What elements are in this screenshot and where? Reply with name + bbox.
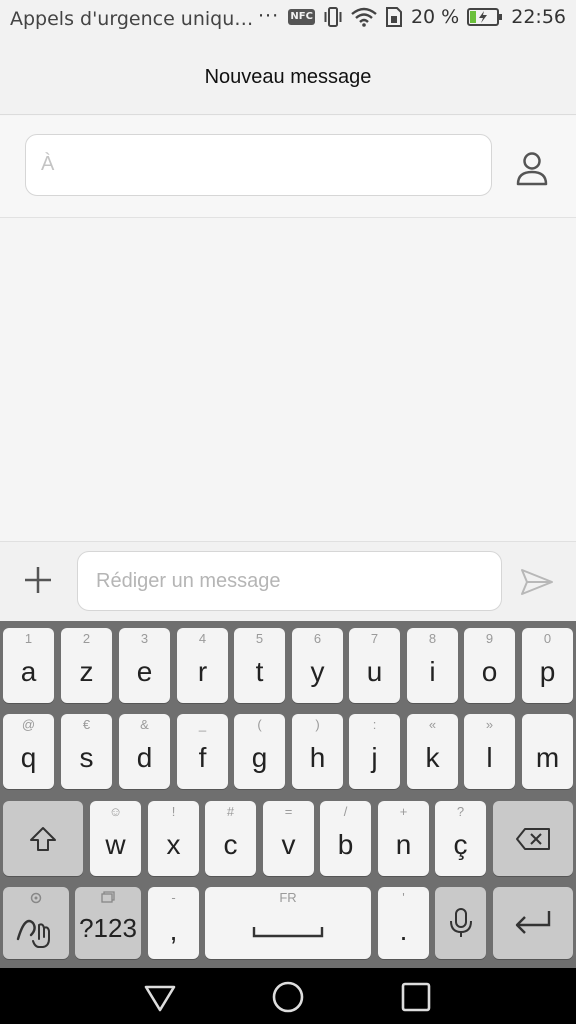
key-u[interactable]: 7u xyxy=(349,628,400,703)
battery-charging-icon xyxy=(467,8,503,26)
wifi-icon xyxy=(351,7,377,27)
key-s[interactable]: € s xyxy=(61,714,112,789)
compose-row: Rédiger un message xyxy=(0,541,576,621)
status-icons: NFC 20 % 22:56 xyxy=(288,6,566,28)
key-p[interactable]: 0p xyxy=(522,628,573,703)
back-icon[interactable] xyxy=(142,979,178,1015)
key-z[interactable]: 2z xyxy=(61,628,112,703)
send-icon[interactable] xyxy=(520,567,554,597)
key-y[interactable]: 6y xyxy=(292,628,343,703)
key-e[interactable]: 3e xyxy=(119,628,170,703)
message-thread-area xyxy=(0,219,576,541)
microphone-icon xyxy=(450,908,472,937)
key-j[interactable]: :j xyxy=(349,714,400,789)
backspace-icon xyxy=(516,828,550,850)
enter-key[interactable] xyxy=(493,887,573,959)
status-bar: Appels d'urgence uniqu… ··· NFC 20 % 22:… xyxy=(0,0,576,40)
key-t[interactable]: 5t xyxy=(234,628,285,703)
shift-icon xyxy=(30,827,56,851)
key-o[interactable]: 9o xyxy=(464,628,515,703)
vibrate-icon xyxy=(324,7,342,27)
swype-gesture-icon xyxy=(16,919,50,948)
shift-key[interactable] xyxy=(3,801,83,876)
comma-key[interactable]: -, xyxy=(148,887,199,959)
key-a[interactable]: 1a xyxy=(3,628,54,703)
key-c-cedilla[interactable]: ? ç xyxy=(435,801,486,876)
recipient-input[interactable]: À xyxy=(25,134,492,196)
keyboard: 1a 2z 3e 4r 5t 6y 7u 8i 9o 0p @ q € s & d _… xyxy=(0,621,576,968)
compose-input[interactable]: Rédiger un message xyxy=(77,551,502,611)
key-m[interactable]: m xyxy=(522,714,573,789)
key-l[interactable]: » l xyxy=(464,714,515,789)
recents-icon[interactable] xyxy=(398,979,434,1015)
clipboard-icon xyxy=(101,891,115,903)
plus-icon[interactable] xyxy=(22,564,54,596)
space-bar-icon xyxy=(252,927,324,938)
navigation-bar xyxy=(0,968,576,1024)
key-f[interactable]: _ f xyxy=(177,714,228,789)
key-w[interactable]: ☺ w xyxy=(90,801,141,876)
microphone-key[interactable] xyxy=(435,887,486,959)
key-c[interactable]: # c xyxy=(205,801,256,876)
key-b[interactable]: / b xyxy=(320,801,371,876)
settings-gear-icon xyxy=(30,892,42,904)
battery-percent: 20 % xyxy=(410,6,460,28)
title-bar: Nouveau message xyxy=(0,40,576,115)
key-d[interactable]: & d xyxy=(119,714,170,789)
space-key[interactable]: FR xyxy=(205,887,371,959)
key-n[interactable]: + n xyxy=(378,801,429,876)
home-icon[interactable] xyxy=(270,979,306,1015)
sim-icon xyxy=(385,7,402,27)
notification-text: Appels d'urgence uniqu… xyxy=(10,8,254,30)
symbols-key[interactable]: ?123 xyxy=(75,887,141,959)
key-v[interactable]: = v xyxy=(263,801,314,876)
key-q[interactable]: @ q xyxy=(3,714,54,789)
key-x[interactable]: ! x xyxy=(148,801,199,876)
page-title: Nouveau message xyxy=(204,66,372,88)
person-icon[interactable] xyxy=(512,150,552,190)
notification-overflow: ··· xyxy=(258,5,280,27)
key-k[interactable]: «k xyxy=(407,714,458,789)
nfc-icon: NFC xyxy=(288,9,315,25)
key-r[interactable]: 4r xyxy=(177,628,228,703)
key-g[interactable]: (g xyxy=(234,714,285,789)
swype-key[interactable] xyxy=(3,887,69,959)
key-h[interactable]: ) h xyxy=(292,714,343,789)
backspace-key[interactable] xyxy=(493,801,573,876)
screen: Appels d'urgence uniqu… ··· NFC 20 % 22:… xyxy=(0,0,576,1024)
clock: 22:56 xyxy=(511,6,566,28)
key-i[interactable]: 8i xyxy=(407,628,458,703)
recipient-row: À xyxy=(0,116,576,218)
period-key[interactable]: '. xyxy=(378,887,429,959)
enter-icon xyxy=(515,911,551,934)
